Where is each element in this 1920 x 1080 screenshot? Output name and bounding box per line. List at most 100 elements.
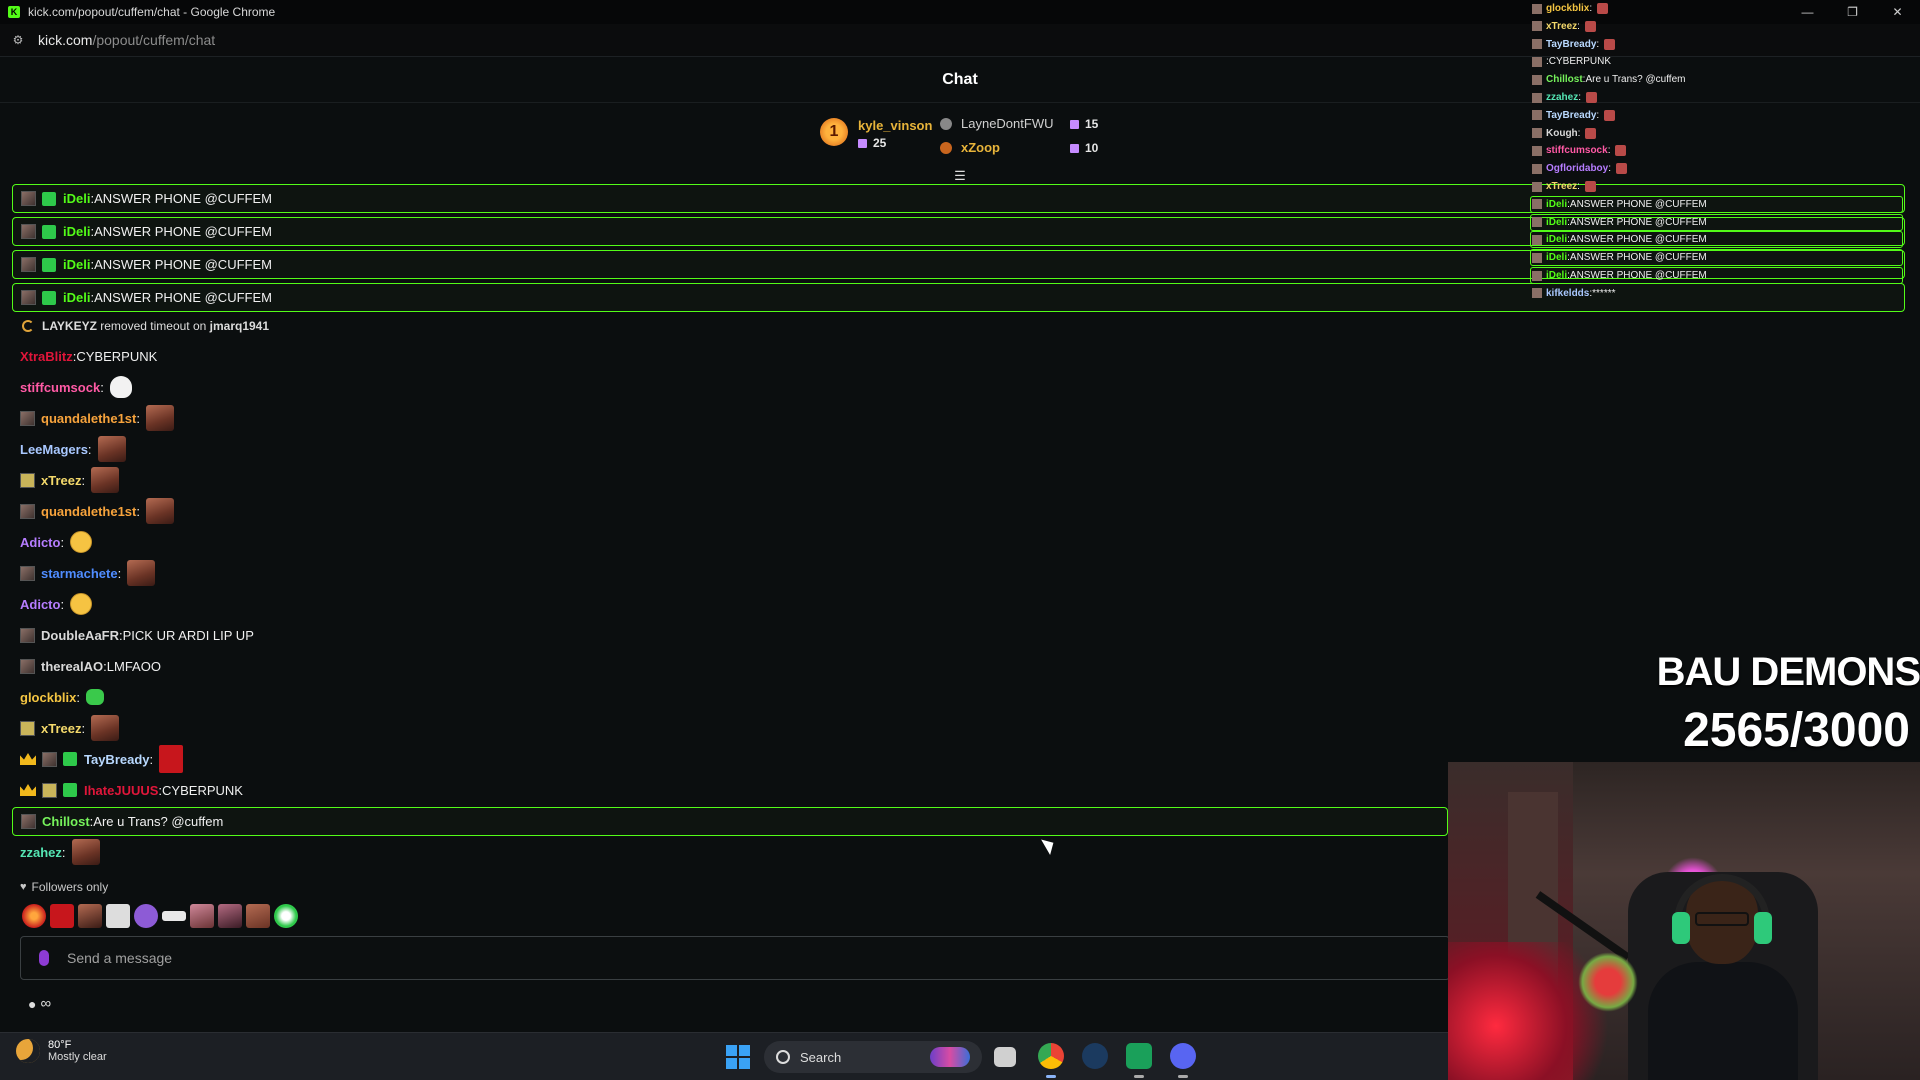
- avatar: [21, 257, 36, 272]
- chat-message[interactable]: starmachete:: [20, 559, 156, 587]
- message-text: Are u Trans? @cuffem: [93, 814, 224, 829]
- obs-icon[interactable]: [1126, 1043, 1152, 1069]
- username: zzahez: [20, 844, 62, 860]
- overlay-chat-line: stiffcumsock:: [1532, 142, 1627, 159]
- avatar: [1532, 110, 1542, 121]
- quick-emote-icon[interactable]: [274, 904, 298, 928]
- face-emote-icon: [91, 715, 120, 741]
- laughing-emote-icon: [70, 531, 93, 553]
- message-input[interactable]: [67, 950, 667, 966]
- followers-only-label: Followers only: [31, 880, 109, 894]
- avatar: [21, 290, 36, 305]
- site-info-icon[interactable]: ⚙: [10, 32, 26, 48]
- overlay-message-text: ANSWER PHONE @CUFFEM: [1569, 198, 1707, 210]
- chat-message[interactable]: zzahez:: [20, 838, 100, 866]
- chat-message[interactable]: XtraBlitz: CYBERPUNK: [20, 342, 157, 370]
- chat-message[interactable]: glockblix:: [20, 683, 104, 711]
- avatar: [1532, 21, 1542, 32]
- weather-condition: Mostly clear: [48, 1051, 107, 1063]
- sub-badge-icon: [63, 752, 77, 766]
- chat-message[interactable]: Adicto:: [20, 590, 93, 618]
- laughing-emote-icon: [70, 593, 93, 615]
- kick-points-icon[interactable]: ●: [28, 996, 36, 1012]
- search-highlight-icon: [930, 1047, 970, 1067]
- overlay-emote-icon: [1604, 38, 1616, 50]
- avatar: [42, 782, 57, 798]
- message-composer[interactable]: [20, 936, 1450, 980]
- overlay-message-text: ANSWER PHONE @CUFFEM: [1569, 252, 1707, 264]
- chat-message[interactable]: therealAO: LMFAOO: [20, 652, 161, 680]
- avatar: [21, 814, 36, 829]
- chat-message[interactable]: IhateJUUUS: CYBERPUNK: [20, 776, 243, 804]
- username: iDeli: [63, 224, 91, 239]
- message-text: ANSWER PHONE @CUFFEM: [94, 191, 272, 206]
- quick-emote-icon[interactable]: [50, 904, 74, 928]
- avatar: [20, 720, 35, 736]
- chat-message[interactable]: LeeMagers:: [20, 435, 126, 463]
- overlay-username: iDeli: [1546, 234, 1568, 246]
- message-text: LMFAOO: [106, 658, 161, 674]
- system-action-text: removed timeout on: [100, 319, 207, 333]
- active-app-indicator: [1046, 1075, 1056, 1078]
- system-message: LAYKEYZ removed timeout on jmarq1941: [22, 313, 269, 339]
- windows-start-icon[interactable]: [726, 1045, 750, 1069]
- windows-taskbar: 80°F Mostly clear Search: [0, 1032, 1448, 1080]
- quick-emote-icon[interactable]: [162, 911, 186, 921]
- taskbar-search[interactable]: Search: [764, 1041, 982, 1073]
- sub-badge-icon: [42, 290, 56, 305]
- microphone-icon[interactable]: [39, 950, 49, 966]
- crown-badge-icon: [20, 784, 36, 796]
- quick-emote-icon[interactable]: [134, 904, 158, 928]
- quick-emote-icon[interactable]: [190, 904, 214, 928]
- overlay-chat-line: glockblix:: [1532, 0, 1609, 17]
- overlay-emote-icon: [1584, 20, 1596, 32]
- chat-message[interactable]: TayBready:: [20, 745, 184, 773]
- leaderboard-first[interactable]: 1 kyle_vinson 25: [820, 118, 932, 150]
- avatar: [21, 224, 36, 239]
- quick-emote-icon[interactable]: [22, 904, 46, 928]
- chrome-icon[interactable]: [1038, 1043, 1064, 1069]
- infinity-icon[interactable]: ∞: [40, 995, 51, 1012]
- chat-message[interactable]: Adicto:: [20, 528, 93, 556]
- quick-emote-icon[interactable]: [106, 904, 130, 928]
- overlay-emote-icon: [1616, 163, 1628, 175]
- avatar: [42, 751, 57, 767]
- overlay-emote-icon: [1615, 145, 1627, 157]
- leaderboard-second-name: LayneDontFWU: [961, 116, 1054, 131]
- task-view-icon[interactable]: [994, 1047, 1016, 1067]
- message-text: ANSWER PHONE @CUFFEM: [94, 257, 272, 272]
- chat-message[interactable]: DoubleAaFR: PICK UR ARDI LIP UP: [20, 621, 254, 649]
- weather-widget[interactable]: 80°F Mostly clear: [16, 1039, 107, 1063]
- gift-icon: [1070, 143, 1079, 153]
- chat-message[interactable]: quandalethe1st:: [20, 497, 174, 525]
- steam-icon[interactable]: [1082, 1043, 1108, 1069]
- open-app-indicator: [1178, 1075, 1188, 1078]
- gift-icon: [1070, 119, 1079, 129]
- leaderboard-second[interactable]: LayneDontFWU 15: [940, 116, 1098, 131]
- weather-temp: 80°F: [48, 1039, 72, 1051]
- avatar: [1532, 252, 1542, 263]
- gift-icon: [858, 139, 867, 148]
- url-text[interactable]: kick.com/popout/cuffem/chat: [38, 32, 215, 48]
- discord-icon[interactable]: [1170, 1043, 1196, 1069]
- username: quandalethe1st: [41, 410, 137, 426]
- open-app-indicator: [1134, 1075, 1144, 1078]
- collapse-leaderboard-icon[interactable]: ☰: [953, 169, 967, 182]
- avatar: [1532, 145, 1542, 156]
- quick-emote-icon[interactable]: [218, 904, 242, 928]
- quick-emote-icon[interactable]: [78, 904, 102, 928]
- avatar: [1532, 56, 1542, 67]
- face-emote-icon: [91, 467, 120, 493]
- highlighted-message[interactable]: Chillost: Are u Trans? @cuffem: [12, 807, 1448, 836]
- green-emote-icon: [85, 689, 104, 705]
- chat-message[interactable]: xTreez:: [20, 714, 120, 742]
- message-text: ANSWER PHONE @CUFFEM: [94, 290, 272, 305]
- quick-emote-icon[interactable]: [246, 904, 270, 928]
- face-emote-icon: [145, 405, 174, 431]
- chat-message[interactable]: quandalethe1st:: [20, 404, 174, 432]
- leaderboard-third-count: 10: [1070, 141, 1098, 155]
- moderator-name: LAYKEYZ: [42, 319, 97, 333]
- leaderboard-third[interactable]: xZoop 10: [940, 140, 1098, 155]
- chat-message[interactable]: stiffcumsock:: [20, 373, 132, 401]
- chat-message[interactable]: xTreez:: [20, 466, 120, 494]
